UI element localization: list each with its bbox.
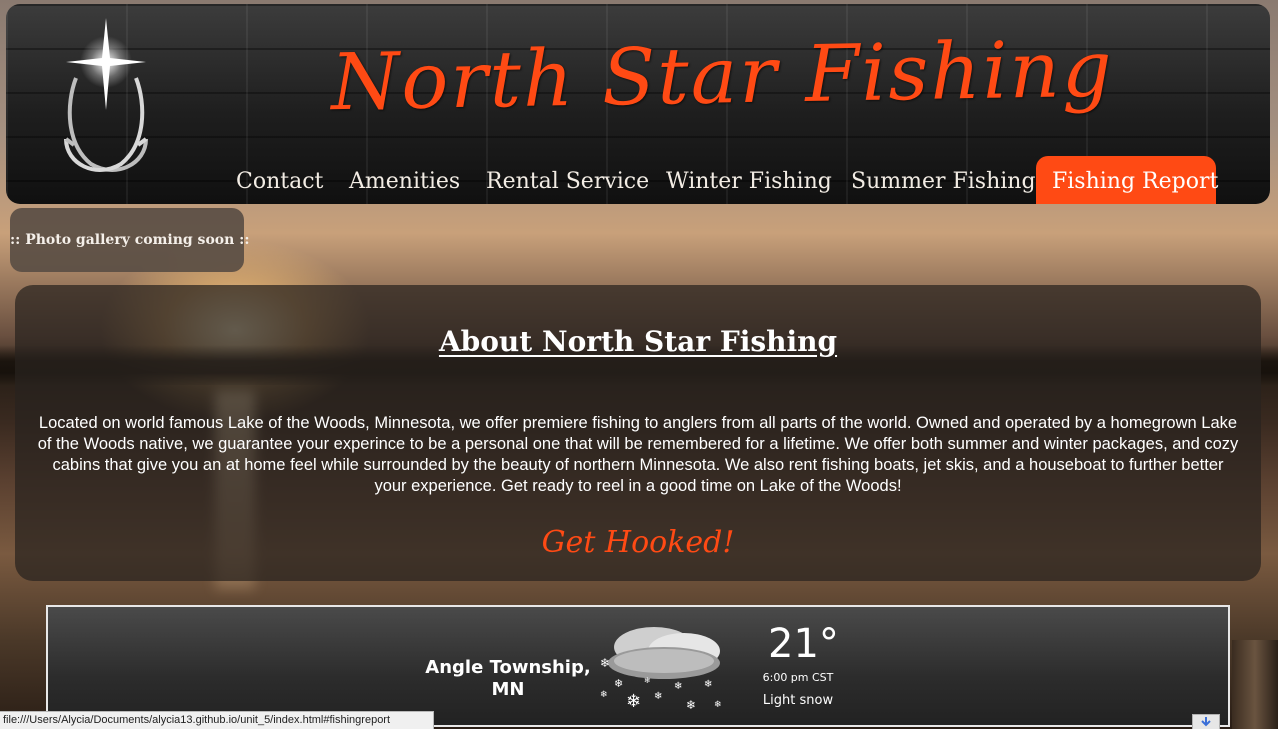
svg-text:❄: ❄ bbox=[674, 681, 682, 692]
nav-contact[interactable]: Contact bbox=[236, 156, 323, 204]
about-title: About North Star Fishing bbox=[438, 325, 838, 358]
weather-location: Angle Township, MN bbox=[425, 657, 591, 700]
nav-fishing-report[interactable]: Fishing Report bbox=[1036, 156, 1218, 204]
weather-time: 6:00 pm CST bbox=[762, 671, 834, 684]
about-panel: About North Star Fishing Located on worl… bbox=[15, 285, 1261, 581]
weather-temperature: 21° bbox=[768, 621, 839, 667]
download-arrow-icon[interactable] bbox=[1192, 714, 1220, 729]
light-snow-icon: ❄ ❄ ❄ ❄ ❄ ❄ ❄ ❄ ❄ ❄ bbox=[600, 627, 722, 712]
svg-text:❄: ❄ bbox=[654, 691, 662, 702]
site-title: North Star Fishing bbox=[330, 24, 1115, 129]
nav-winter-fishing[interactable]: Winter Fishing bbox=[666, 156, 832, 204]
nav-summer-fishing[interactable]: Summer Fishing bbox=[851, 156, 1036, 204]
nav-rental-service[interactable]: Rental Service bbox=[486, 156, 649, 204]
dock-post bbox=[1232, 640, 1278, 729]
svg-text:❄: ❄ bbox=[644, 676, 651, 685]
tagline: Get Hooked! bbox=[541, 525, 735, 560]
weather-widget[interactable]: Angle Township, MN ❄ ❄ ❄ ❄ ❄ ❄ ❄ ❄ ❄ ❄ 2… bbox=[46, 605, 1230, 727]
weather-condition: Light snow bbox=[762, 693, 834, 708]
north-star-hooks-logo-icon[interactable] bbox=[46, 14, 166, 184]
svg-text:❄: ❄ bbox=[626, 691, 641, 712]
svg-text:❄: ❄ bbox=[704, 679, 712, 690]
browser-status-bar: file:///Users/Alycia/Documents/alycia13.… bbox=[0, 711, 434, 729]
nav-amenities[interactable]: Amenities bbox=[349, 156, 460, 204]
svg-text:❄: ❄ bbox=[600, 656, 610, 670]
svg-text:❄: ❄ bbox=[714, 700, 722, 710]
svg-text:❄: ❄ bbox=[614, 677, 623, 690]
photo-gallery-note: :: Photo gallery coming soon :: bbox=[10, 208, 250, 272]
svg-text:❄: ❄ bbox=[600, 690, 608, 700]
site-header: North Star Fishing Contact Amenities Ren… bbox=[6, 4, 1270, 204]
about-body: Located on world famous Lake of the Wood… bbox=[37, 414, 1239, 495]
svg-text:❄: ❄ bbox=[686, 698, 696, 712]
